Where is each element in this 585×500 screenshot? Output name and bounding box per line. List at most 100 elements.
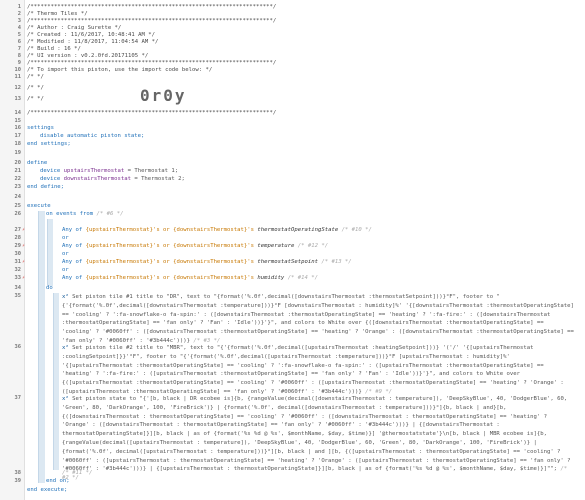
device-value: = Thermostat 1; (127, 168, 179, 174)
statement-text: Set piston tile #2 title to "MBR", text … (62, 345, 564, 395)
trigger-arrow-icon: ⚡ (22, 275, 26, 281)
device-type: device (40, 168, 61, 174)
do-block-bar (53, 293, 59, 470)
on-events-keyword: on events from (46, 211, 94, 217)
statement-icon: x² (62, 345, 69, 351)
header-version: /* UI version : v0.2.0fd.20171105 */ (27, 53, 149, 59)
line-number: 30 (14, 251, 22, 257)
line-number: 7 (17, 46, 21, 52)
line-number: 26 (14, 211, 22, 217)
line-number: 16 (14, 125, 22, 131)
line-number: 24 (14, 194, 22, 200)
line-number: 2 (17, 11, 21, 17)
event-devices: {upstairsThermostat}'s or {downstairsThe… (85, 227, 254, 233)
line-number: 20 (14, 160, 22, 166)
do-keyword: do (46, 285, 53, 291)
line-number: 8 (17, 53, 21, 59)
line-number: 18 (14, 141, 22, 147)
line-number: 35 (14, 293, 22, 299)
header-blank: /* */ (27, 74, 44, 80)
event-condition-3[interactable]: Any of {upstairsThermostat}'s or {downst… (62, 259, 352, 266)
header-border: /***************************************… (27, 18, 277, 24)
line-number: 38 (14, 470, 22, 476)
line-number: 29 (14, 243, 22, 249)
line-number: 21 (14, 168, 22, 174)
device-value: = Thermostat 2; (134, 176, 185, 182)
event-attribute: temperature (257, 243, 295, 249)
line-number: 4 (17, 25, 21, 31)
line-number: 19 (14, 150, 22, 156)
header-author: /* Author : Craig Surette */ (27, 25, 122, 31)
line-number: 36 (14, 344, 22, 350)
line-number: 15 (14, 118, 22, 124)
trigger-arrow-icon: ⚡ (22, 243, 26, 249)
line-number: 27 (14, 227, 22, 233)
line-number: 12 (14, 85, 22, 91)
event-condition-1[interactable]: Any of {upstairsThermostat}'s or {downst… (62, 227, 372, 234)
line-number: 1 (17, 4, 21, 10)
import-code[interactable]: 0r0y (140, 86, 187, 105)
statement-icon: x² (62, 396, 69, 402)
device-type: device (40, 176, 61, 182)
event-attribute: thermostatSetpoint (257, 259, 318, 265)
header-border: /***************************************… (27, 60, 277, 66)
device-name: downstairsThermostat (63, 176, 131, 182)
define-device-2[interactable]: device downstairsThermostat = Thermostat… (40, 176, 185, 183)
line-number: 14 (14, 110, 22, 116)
or-keyword: or (62, 267, 69, 273)
settings-end: end settings; (27, 141, 71, 147)
header-build: /* Build : 16 */ (27, 46, 81, 52)
end-on-keyword: end on; (46, 478, 70, 484)
define-device-1[interactable]: device upstairsThermostat = Thermostat 1… (40, 168, 178, 175)
end-execute-keyword: end execute; (27, 487, 68, 493)
line-number: 32 (14, 267, 22, 273)
define-end: end define; (27, 184, 65, 190)
line-number: 23 (14, 184, 22, 190)
line-number: 17 (14, 133, 22, 139)
header-blank: /* */ (27, 96, 44, 102)
any-of-keyword: Any of (62, 243, 83, 249)
line-number: 6 (17, 39, 21, 45)
header-border: /***************************************… (27, 110, 277, 116)
event-attribute: humidity (257, 275, 285, 281)
statement-id: /* #11 */ (62, 470, 93, 476)
statement-id: /* #13 */ (321, 259, 352, 265)
statement-id: /* #14 */ (287, 275, 318, 281)
event-condition-2[interactable]: Any of {upstairsThermostat}'s or {downst… (62, 243, 328, 250)
trigger-arrow-icon: ⚡ (22, 227, 26, 233)
statement-2[interactable]: x² Set piston tile #2 title to "MBR", te… (62, 344, 574, 397)
line-number: 33 (14, 275, 22, 281)
event-condition-4[interactable]: Any of {upstairsThermostat}'s or {downst… (62, 275, 318, 282)
statement-id: /* #12 */ (297, 243, 329, 249)
statement-id: /* #6 */ (96, 211, 124, 217)
any-of-keyword: Any of (62, 275, 83, 281)
line-number: 37 (14, 395, 22, 401)
settings-keyword: settings (27, 125, 54, 131)
or-keyword: or (62, 251, 69, 257)
events-block-bar (47, 219, 53, 286)
line-number: 11 (14, 74, 22, 80)
trigger-arrow-icon: ⚡ (22, 259, 26, 265)
any-of-keyword: Any of (62, 259, 83, 265)
line-number: 31 (14, 259, 22, 265)
header-import: /* To import this piston, use the import… (27, 67, 213, 73)
line-number: 39 (14, 478, 22, 484)
statement-text: Set piston state to "{'[b, black | DR ec… (62, 396, 571, 473)
header-modified: /* Modified : 11/8/2017, 11:04:54 AM */ (27, 39, 159, 45)
line-number: 9 (17, 60, 21, 66)
execute-block-bar (38, 211, 45, 483)
event-devices: {upstairsThermostat}'s or {downstairsThe… (85, 275, 254, 281)
statement-3[interactable]: x² Set piston state to "{'[b, black | DR… (62, 395, 574, 483)
on-events-line[interactable]: on events from /* #6 */ (46, 211, 123, 218)
device-name: upstairsThermostat (63, 168, 125, 174)
statement-text: Set piston tile #1 title to "DR", text t… (62, 294, 574, 344)
header-title: /* Thermo Tiles */ (27, 11, 88, 17)
event-attribute: thermostatOperatingState (257, 227, 339, 233)
statement-1[interactable]: x² Set piston tile #1 title to "DR", tex… (62, 293, 574, 346)
define-keyword: define (27, 160, 48, 166)
event-devices: {upstairsThermostat}'s or {downstairsThe… (85, 243, 254, 249)
line-number: 34 (14, 285, 22, 291)
line-number: 5 (17, 32, 21, 38)
line-number: 28 (14, 235, 22, 241)
settings-line[interactable]: disable automatic piston state; (40, 133, 144, 140)
